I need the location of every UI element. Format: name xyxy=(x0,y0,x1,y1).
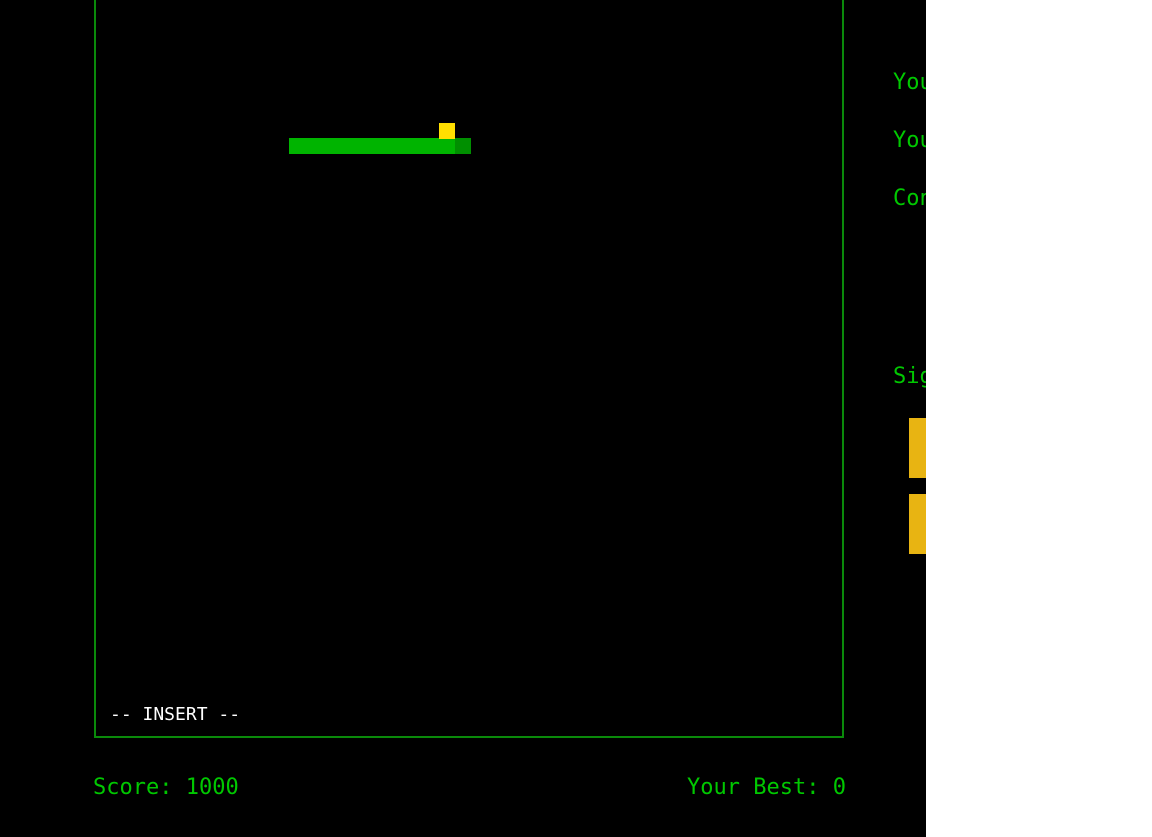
side-text-2: You xyxy=(893,128,926,153)
snake-head xyxy=(455,138,471,154)
side-text-3: Con xyxy=(893,186,926,211)
sign-in-button-2[interactable] xyxy=(909,494,926,554)
side-text-1: You xyxy=(893,70,926,95)
game-app: -- INSERT -- Score: 1000 Your Best: 0 Yo… xyxy=(0,0,926,837)
game-board[interactable] xyxy=(94,0,844,738)
sign-in-button-1[interactable] xyxy=(909,418,926,478)
best-score-display: Your Best: 0 xyxy=(687,775,846,800)
sign-in-label: Sig xyxy=(893,364,926,389)
food-pellet xyxy=(439,123,455,139)
score-display: Score: 1000 xyxy=(93,775,239,800)
vim-mode-indicator: -- INSERT -- xyxy=(110,704,241,725)
snake-body xyxy=(289,138,455,154)
